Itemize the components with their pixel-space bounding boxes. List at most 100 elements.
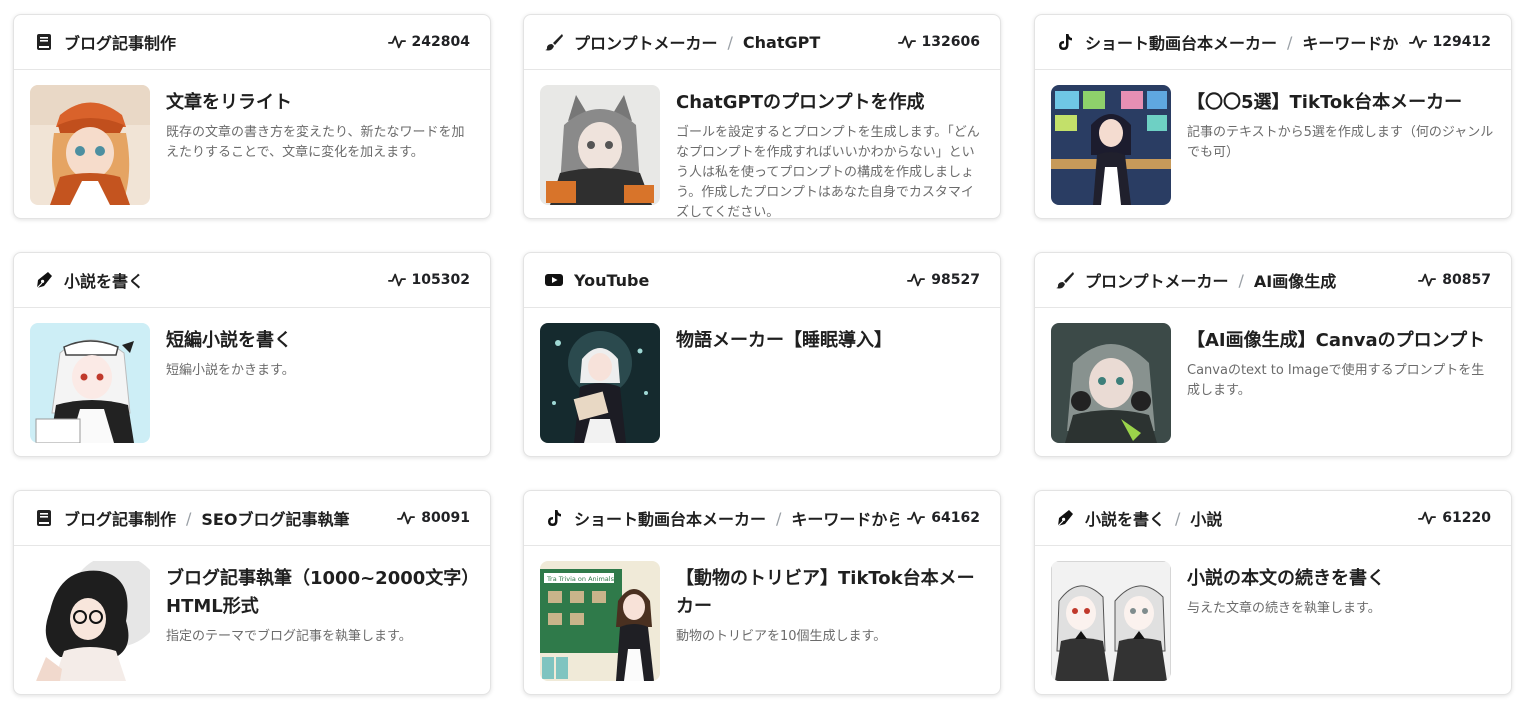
- card-title: 物語メーカー【睡眠導入】: [676, 330, 892, 351]
- category-link[interactable]: ブログ記事制作: [64, 30, 176, 54]
- brush-icon: [544, 32, 564, 52]
- subcategory-link[interactable]: 小説: [1190, 506, 1222, 530]
- card-title: ブログ記事執筆（1000~2000文字）HTML形式: [166, 568, 471, 617]
- thumbnail-image: [1051, 85, 1171, 205]
- card-description: 記事のテキストから5選を作成します（何のジャンルでも可）: [1187, 125, 1494, 160]
- prompt-card[interactable]: 小説を書く / 小説 61220 小説の本文の続きを書く 与えた文章の続きを執筆…: [1034, 490, 1512, 695]
- view-count: 64162: [907, 509, 980, 527]
- category-link[interactable]: プロンプトメーカー: [574, 30, 718, 54]
- thumbnail-image: Tra Trivia on Animals: [540, 561, 660, 681]
- card-title: 短編小説を書く: [166, 330, 292, 351]
- prompt-card[interactable]: ショート動画台本メーカー / キーワードから生成 64162 Tra Trivi…: [523, 490, 1001, 695]
- breadcrumb: プロンプトメーカー / AI画像生成: [1085, 268, 1410, 292]
- view-count: 61220: [1418, 509, 1491, 527]
- prompt-card[interactable]: プロンプトメーカー / AI画像生成 80857 【AI画像生成】Canvaのプ…: [1034, 252, 1512, 457]
- card-body: 物語メーカー【睡眠導入】: [524, 308, 1000, 443]
- card-header: ショート動画台本メーカー / キーワードから生成 64162: [524, 491, 1000, 546]
- card-header: ショート動画台本メーカー / キーワードから生成 129412: [1035, 15, 1511, 70]
- card-body: 小説の本文の続きを書く 与えた文章の続きを執筆します。: [1035, 546, 1511, 681]
- book-icon: [34, 32, 54, 52]
- thumbnail-image: [30, 561, 150, 681]
- view-count: 105302: [387, 271, 470, 289]
- card-body: 短編小説を書く 短編小説をかきます。: [14, 308, 490, 443]
- card-body: ブログ記事執筆（1000~2000文字）HTML形式 指定のテーマでブログ記事を…: [14, 546, 490, 681]
- card-body: 【〇〇5選】TikTok台本メーカー 記事のテキストから5選を作成します（何のジ…: [1035, 70, 1511, 205]
- thumbnail-image: [540, 85, 660, 205]
- prompt-card[interactable]: プロンプトメーカー / ChatGPT 132606 ChatGPTのプロンプト…: [523, 14, 1001, 219]
- card-body: Tra Trivia on Animals 【動物のトリビア】TikTok台本メ…: [524, 546, 1000, 681]
- thumbnail-image: [1051, 323, 1171, 443]
- category-link[interactable]: プロンプトメーカー: [1085, 268, 1229, 292]
- view-count: 132606: [897, 33, 980, 51]
- view-count: 98527: [907, 271, 980, 289]
- card-body: 【AI画像生成】Canvaのプロンプト Canvaのtext to Imageで…: [1035, 308, 1511, 443]
- activity-icon: [1418, 273, 1437, 287]
- pen-nib-icon: [1055, 508, 1075, 528]
- prompt-card[interactable]: YouTube 98527 物語メーカー【睡眠導入】: [523, 252, 1001, 457]
- breadcrumb: ブログ記事制作 / SEOブログ記事執筆: [64, 506, 389, 530]
- prompt-card[interactable]: ブログ記事制作 / SEOブログ記事執筆 80091 ブログ記事執筆（1000~…: [13, 490, 491, 695]
- breadcrumb: 小説を書く / 小説: [1085, 506, 1410, 530]
- card-title: 【動物のトリビア】TikTok台本メーカー: [676, 568, 975, 617]
- activity-icon: [387, 35, 406, 49]
- youtube-icon: [544, 270, 564, 290]
- prompt-card-grid: ブログ記事制作 242804 文章をリライト 既存の文章の書き方を変えたり、新た…: [0, 0, 1527, 722]
- card-body: ChatGPTのプロンプトを作成 ゴールを設定するとプロンプトを生成します。「ど…: [524, 70, 1000, 218]
- card-title: 文章をリライト: [166, 92, 292, 113]
- category-link[interactable]: ショート動画台本メーカー: [574, 506, 766, 530]
- view-count: 242804: [387, 33, 470, 51]
- card-body: 文章をリライト 既存の文章の書き方を変えたり、新たなワードを加えたりすることで、…: [14, 70, 490, 205]
- activity-icon: [397, 511, 416, 525]
- card-title: 【〇〇5選】TikTok台本メーカー: [1187, 92, 1463, 113]
- breadcrumb-separator: /: [1238, 270, 1244, 290]
- tiktok-icon: [544, 508, 564, 528]
- breadcrumb-separator: /: [1287, 32, 1293, 52]
- card-description: 動物のトリビアを10個生成します。: [676, 629, 887, 644]
- view-count: 129412: [1408, 33, 1491, 51]
- thumbnail-image: [540, 323, 660, 443]
- category-link[interactable]: 小説を書く: [1085, 506, 1165, 530]
- thumbnail-image: [30, 323, 150, 443]
- card-title: 小説の本文の続きを書く: [1187, 568, 1385, 589]
- card-header: 小説を書く / 小説 61220: [1035, 491, 1511, 546]
- subcategory-link[interactable]: AI画像生成: [1254, 268, 1336, 292]
- brush-icon: [1055, 270, 1075, 290]
- thumbnail-caption: Tra Trivia on Animals: [546, 575, 615, 583]
- breadcrumb: 小説を書く: [64, 268, 380, 292]
- subcategory-link[interactable]: キーワードから生成: [1302, 30, 1400, 54]
- category-link[interactable]: YouTube: [574, 271, 649, 290]
- subcategory-link[interactable]: キーワードから生成: [791, 506, 899, 530]
- card-description: Canvaのtext to Imageで使用するプロンプトを生成します。: [1187, 363, 1485, 398]
- thumbnail-image: [30, 85, 150, 205]
- card-description: 既存の文章の書き方を変えたり、新たなワードを加えたりすることで、文章に変化を加え…: [166, 125, 465, 160]
- breadcrumb: ブログ記事制作: [64, 30, 380, 54]
- card-header: プロンプトメーカー / AI画像生成 80857: [1035, 253, 1511, 308]
- card-description: 短編小説をかきます。: [166, 363, 295, 378]
- prompt-card[interactable]: 小説を書く 105302 短編小説を書く 短編小説をかきます。: [13, 252, 491, 457]
- category-link[interactable]: ショート動画台本メーカー: [1085, 30, 1277, 54]
- prompt-card[interactable]: ショート動画台本メーカー / キーワードから生成 129412: [1034, 14, 1512, 219]
- breadcrumb-separator: /: [1175, 508, 1181, 528]
- category-link[interactable]: 小説を書く: [64, 268, 144, 292]
- view-count: 80091: [397, 509, 470, 527]
- prompt-card[interactable]: ブログ記事制作 242804 文章をリライト 既存の文章の書き方を変えたり、新た…: [13, 14, 491, 219]
- card-title: ChatGPTのプロンプトを作成: [676, 92, 925, 113]
- card-header: ブログ記事制作 / SEOブログ記事執筆 80091: [14, 491, 490, 546]
- thumbnail-image: [1051, 561, 1171, 681]
- breadcrumb: YouTube: [574, 271, 899, 290]
- breadcrumb: プロンプトメーカー / ChatGPT: [574, 30, 890, 54]
- card-header: ブログ記事制作 242804: [14, 15, 490, 70]
- activity-icon: [1418, 511, 1437, 525]
- card-title: 【AI画像生成】Canvaのプロンプト: [1187, 330, 1486, 351]
- tiktok-icon: [1055, 32, 1075, 52]
- card-description: 与えた文章の続きを執筆します。: [1187, 601, 1381, 616]
- subcategory-link[interactable]: SEOブログ記事執筆: [201, 506, 349, 530]
- book-icon: [34, 508, 54, 528]
- breadcrumb-separator: /: [776, 508, 782, 528]
- card-header: プロンプトメーカー / ChatGPT 132606: [524, 15, 1000, 70]
- activity-icon: [907, 511, 926, 525]
- breadcrumb: ショート動画台本メーカー / キーワードから生成: [1085, 30, 1401, 54]
- activity-icon: [1408, 35, 1427, 49]
- category-link[interactable]: ブログ記事制作: [64, 506, 176, 530]
- subcategory-link[interactable]: ChatGPT: [743, 33, 820, 52]
